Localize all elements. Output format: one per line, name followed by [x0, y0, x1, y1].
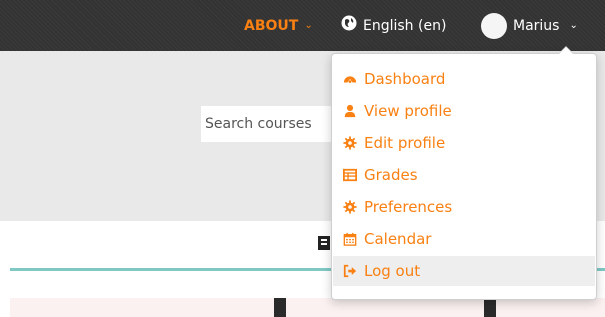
menu-item-view-profile[interactable]: View profile — [333, 96, 595, 126]
user-menu-toggle[interactable]: Marius ⌄ — [481, 12, 578, 40]
block-toggle-icon[interactable] — [318, 236, 330, 250]
menu-item-dashboard[interactable]: Dashboard — [333, 64, 595, 94]
language-label: English (en) — [363, 18, 447, 34]
about-label: ABOUT — [244, 18, 299, 34]
cog-icon — [342, 199, 358, 215]
user-dropdown-menu: Dashboard View profile Edit profile Grad… — [331, 46, 597, 300]
user-name: Marius — [513, 18, 560, 34]
language-menu[interactable]: English (en) — [341, 15, 447, 37]
table-icon — [342, 167, 358, 183]
content-bar — [484, 298, 496, 317]
dashboard-icon — [342, 71, 358, 87]
menu-item-preferences[interactable]: Preferences — [333, 192, 595, 222]
globe-icon — [341, 15, 357, 37]
top-navbar: ABOUT ⌄ English (en) Marius ⌄ — [0, 0, 605, 51]
content-bar — [274, 298, 286, 317]
calendar-icon — [342, 231, 358, 247]
menu-item-log-out[interactable]: Log out — [333, 256, 595, 286]
cog-icon — [342, 135, 358, 151]
about-menu[interactable]: ABOUT ⌄ — [244, 16, 313, 36]
content-area — [10, 298, 605, 317]
menu-item-calendar[interactable]: Calendar — [333, 224, 595, 254]
avatar — [481, 13, 507, 39]
chevron-down-icon: ⌄ — [569, 20, 578, 31]
sign-out-icon — [342, 263, 358, 279]
chevron-down-icon: ⌄ — [304, 20, 313, 31]
search-courses-input[interactable] — [201, 106, 336, 142]
menu-item-grades[interactable]: Grades — [333, 160, 595, 190]
user-icon — [342, 103, 358, 119]
menu-item-edit-profile[interactable]: Edit profile — [333, 128, 595, 158]
